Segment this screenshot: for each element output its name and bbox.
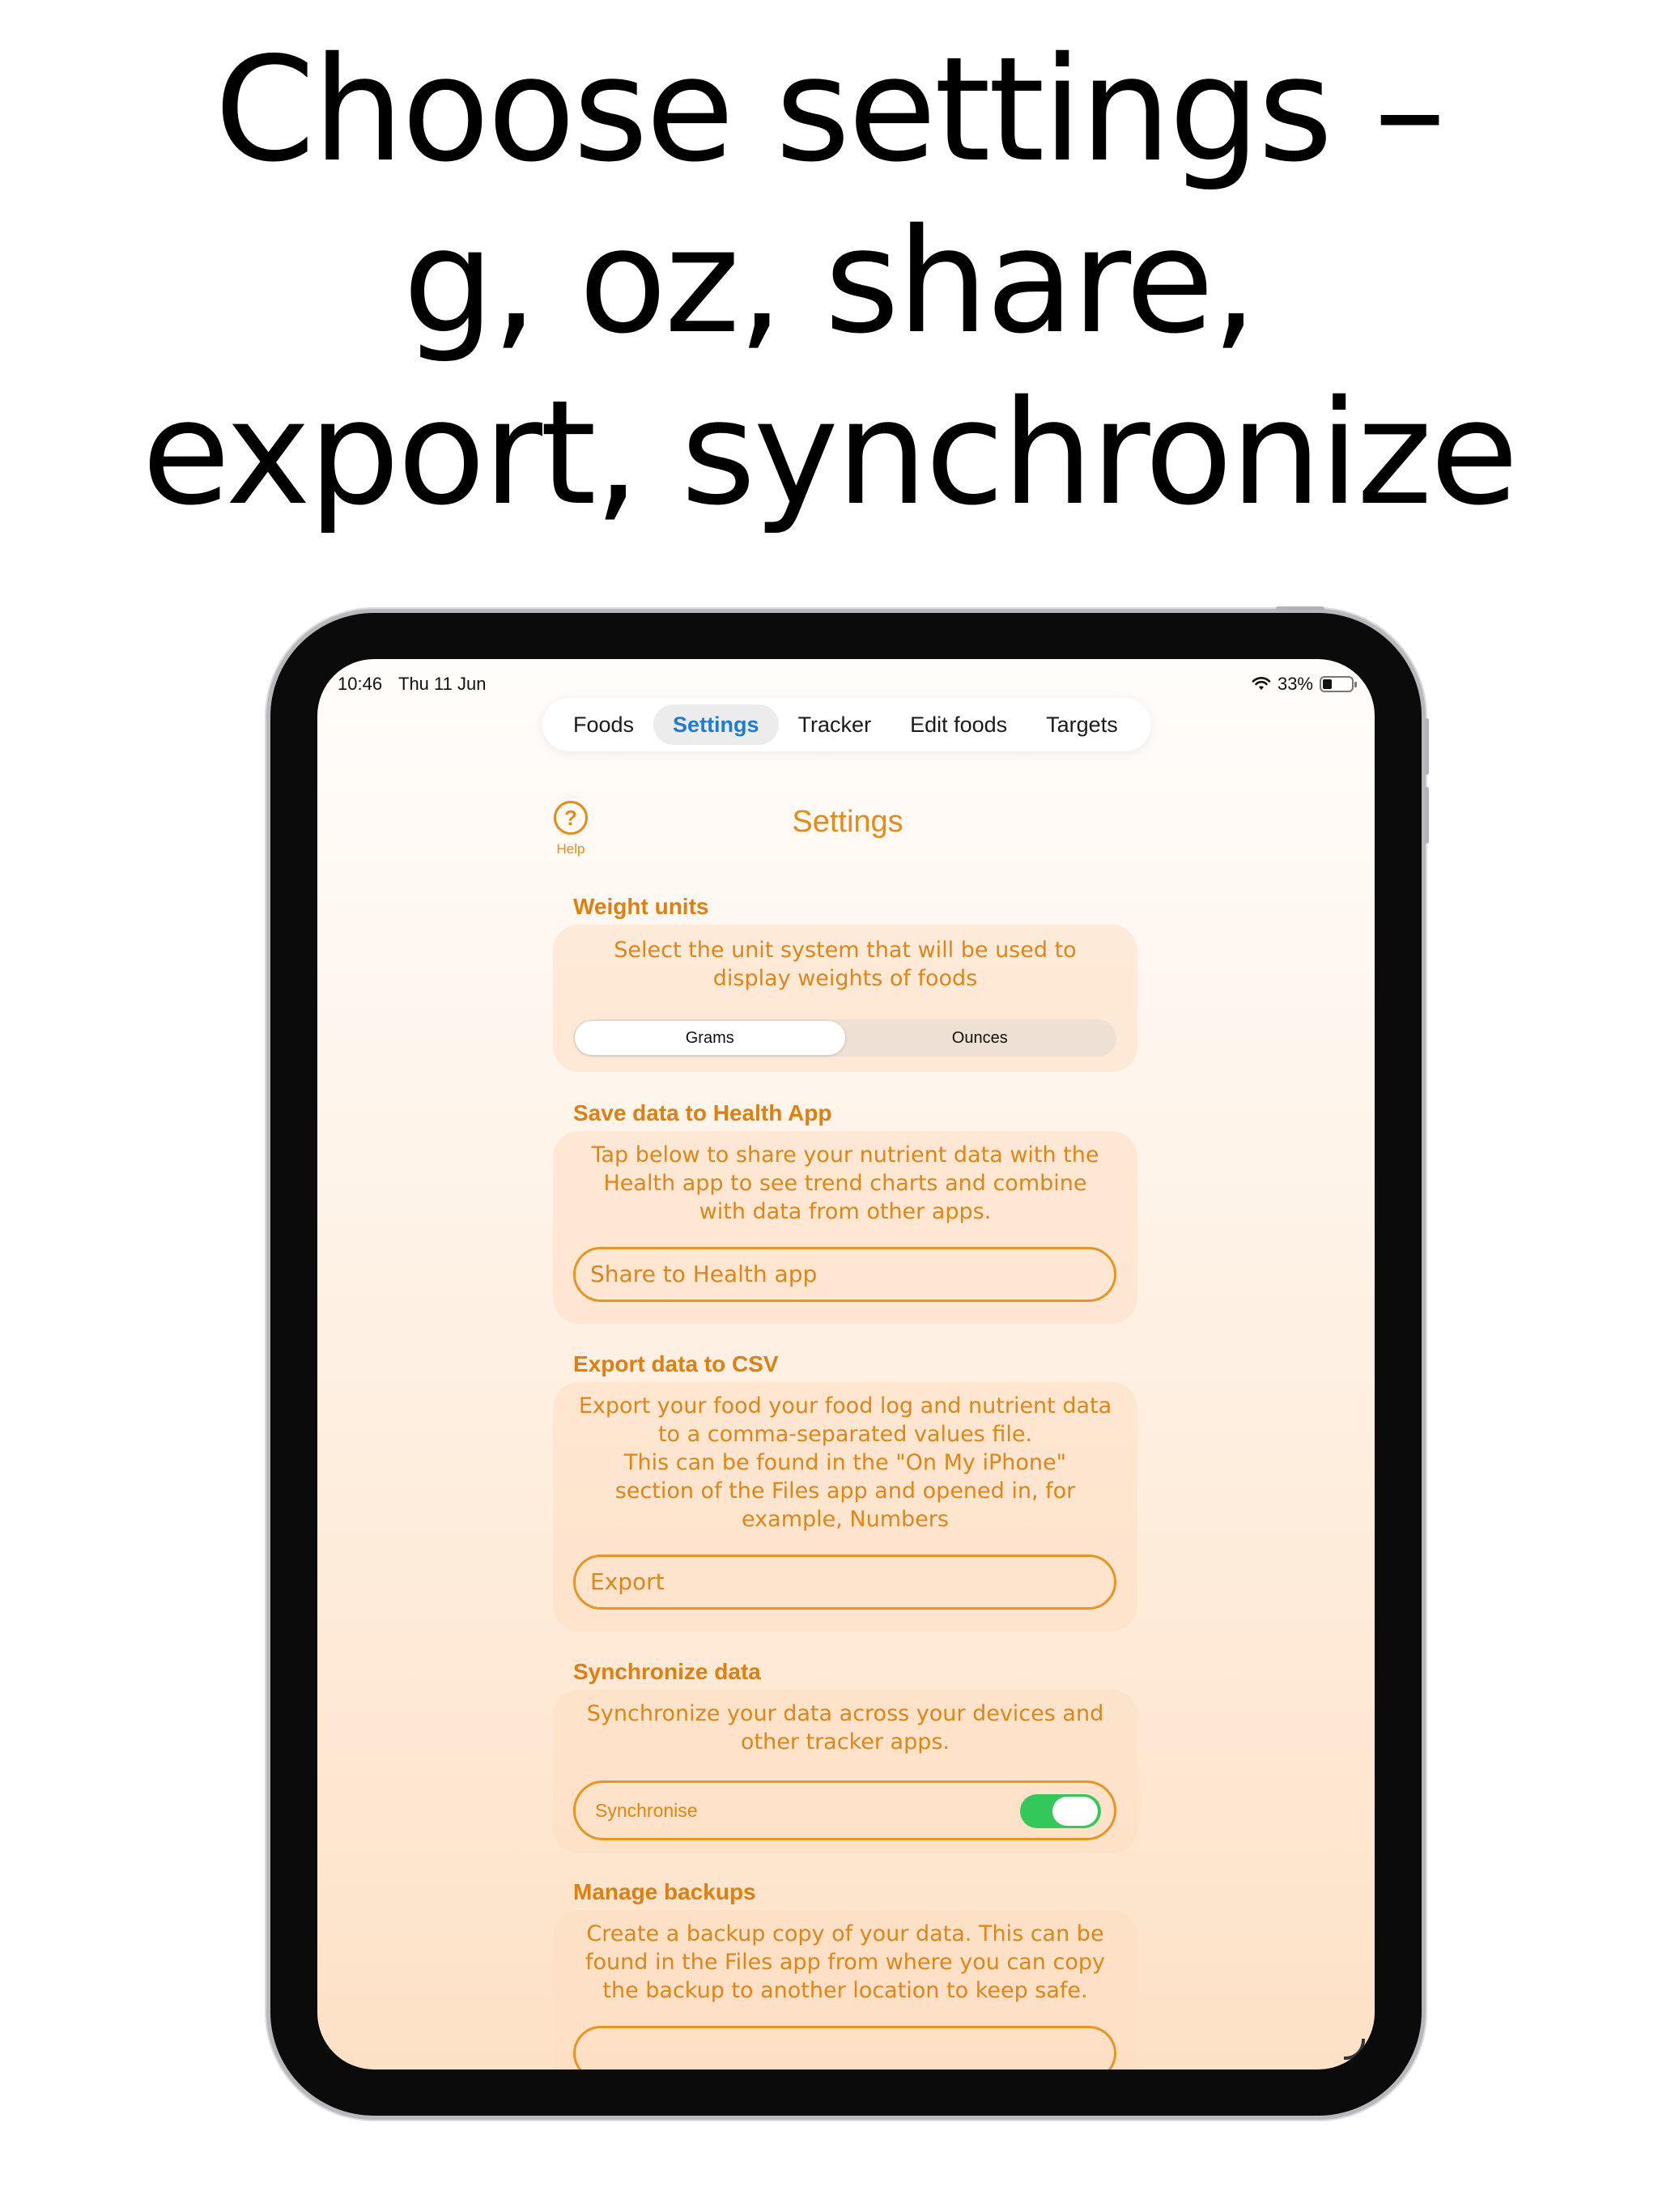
headline-line-2: g, oz, share, xyxy=(402,198,1258,365)
export-text-3: This can be found in the "On My iPhone" xyxy=(623,1450,1066,1475)
backups-title: Manage backups xyxy=(573,1879,756,1904)
tab-tracker[interactable]: Tracker xyxy=(779,704,891,745)
backups-text-3: the backup to another location to keep s… xyxy=(602,1978,1088,2003)
battery-percent: 33% xyxy=(1277,674,1313,694)
health-description: Tap below to share your nutrient data wi… xyxy=(572,1141,1118,1226)
health-card: Tap below to share your nutrient data wi… xyxy=(553,1131,1137,1324)
headline-line-1: Choose settings – xyxy=(214,26,1446,194)
health-title: Save data to Health App xyxy=(573,1100,832,1125)
share-to-health-button[interactable]: Share to Health app xyxy=(573,1247,1116,1302)
export-card: Export your food your food log and nutri… xyxy=(553,1382,1137,1631)
battery-icon xyxy=(1320,676,1357,692)
backups-card: Create a backup copy of your data. This … xyxy=(553,1910,1137,2069)
sync-title: Synchronize data xyxy=(573,1659,761,1684)
sync-card: Synchronize your data across your device… xyxy=(553,1690,1137,1853)
wifi-icon xyxy=(1252,677,1271,690)
weight-units-segmented-control: Grams Ounces xyxy=(573,1019,1116,1057)
top-button xyxy=(1276,606,1324,610)
help-icon: ? xyxy=(554,801,588,835)
status-right: 33% xyxy=(1252,674,1357,695)
export-text-2: to a comma-separated values file. xyxy=(657,1422,1033,1447)
health-text-3: with data from other apps. xyxy=(699,1199,992,1224)
headline-line-3: export, synchronize xyxy=(142,369,1519,537)
tab-settings[interactable]: Settings xyxy=(653,704,779,745)
export-button[interactable]: Export xyxy=(573,1555,1116,1610)
battery-level xyxy=(1323,679,1333,689)
weight-units-description: Select the unit system that will be used… xyxy=(572,936,1118,993)
export-text-4: section of the Files app and opened in, … xyxy=(614,1478,1076,1504)
weight-units-title: Weight units xyxy=(573,894,709,919)
app-screen: 10:46 Thu 11 Jun 33% Foods Settings Trac… xyxy=(317,659,1375,2069)
sync-toggle[interactable] xyxy=(1020,1794,1101,1828)
tab-targets[interactable]: Targets xyxy=(1027,704,1137,745)
status-date: Thu 11 Jun xyxy=(398,674,487,694)
export-text-1: Export your food your food log and nutri… xyxy=(578,1393,1112,1419)
headline: Choose settings – g, oz, share, export, … xyxy=(0,24,1658,539)
sync-text-1: Synchronize your data across your device… xyxy=(586,1701,1104,1726)
export-description: Export your food your food log and nutri… xyxy=(572,1392,1118,1534)
tab-foods[interactable]: Foods xyxy=(554,704,653,745)
export-title: Export data to CSV xyxy=(573,1351,779,1376)
sync-toggle-label: Synchronise xyxy=(595,1800,698,1821)
tab-edit-foods[interactable]: Edit foods xyxy=(891,704,1027,745)
ipad-device: 10:46 Thu 11 Jun 33% Foods Settings Trac… xyxy=(270,606,1429,2116)
page-title: Settings xyxy=(792,805,903,839)
segment-grams[interactable]: Grams xyxy=(575,1021,845,1055)
backups-text-2: found in the Files app from where you ca… xyxy=(585,1950,1105,1975)
weight-units-text-1: Select the unit system that will be used… xyxy=(614,938,1077,963)
scroll-corner-indicator xyxy=(1344,2039,1365,2060)
health-text-1: Tap below to share your nutrient data wi… xyxy=(591,1142,1099,1168)
tab-bar: Foods Settings Tracker Edit foods Target… xyxy=(542,698,1151,751)
volume-down-button xyxy=(1425,787,1429,844)
volume-up-button xyxy=(1425,718,1429,775)
status-bar: 10:46 Thu 11 Jun 33% xyxy=(338,674,1357,698)
health-text-2: Health app to see trend charts and combi… xyxy=(603,1171,1087,1196)
sync-text-2: other tracker apps. xyxy=(740,1729,950,1755)
status-time: 10:46 xyxy=(338,674,383,694)
backups-description: Create a backup copy of your data. This … xyxy=(572,1920,1118,2005)
backups-text-1: Create a backup copy of your data. This … xyxy=(586,1921,1104,1946)
weight-units-card: Select the unit system that will be used… xyxy=(553,925,1137,1072)
weight-units-text-2: display weights of foods xyxy=(712,966,978,991)
help-button[interactable]: ? Help xyxy=(546,801,595,857)
segment-ounces[interactable]: Ounces xyxy=(845,1021,1116,1055)
sync-toggle-row: Synchronise xyxy=(573,1780,1116,1840)
help-label: Help xyxy=(556,841,585,857)
toggle-knob xyxy=(1052,1797,1098,1826)
sync-description: Synchronize your data across your device… xyxy=(572,1699,1118,1756)
backup-button-partial[interactable] xyxy=(573,2026,1116,2069)
export-text-5: example, Numbers xyxy=(742,1507,949,1532)
